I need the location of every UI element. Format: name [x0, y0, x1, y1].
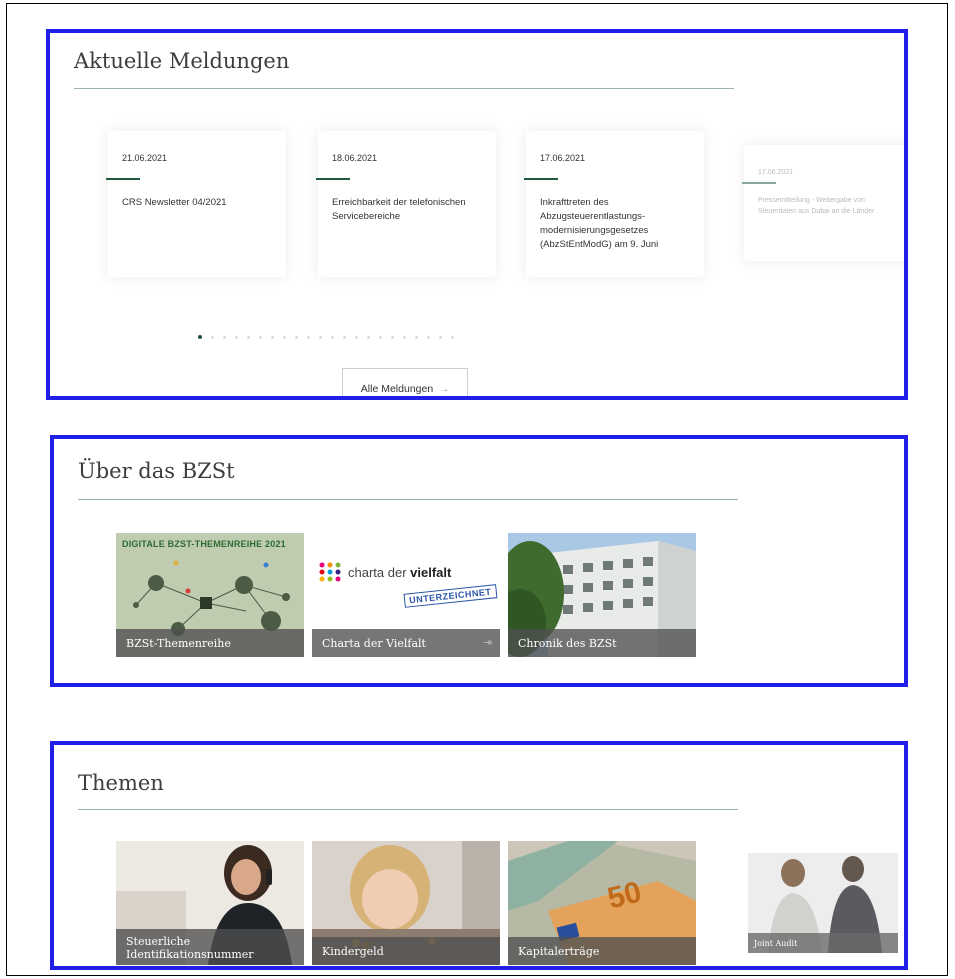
unterzeichnet-stamp: UNTERZEICHNET	[403, 584, 497, 608]
carousel-dot[interactable]	[355, 335, 358, 339]
carousel-dot[interactable]	[247, 335, 250, 339]
tile-label: Charta der Vielfalt	[312, 629, 500, 657]
external-link-icon: ⇥	[482, 637, 492, 649]
news-title: Erreichbarkeit der telefonischen Service…	[332, 197, 466, 222]
carousel-dot[interactable]	[235, 335, 238, 339]
charta-logo-text: charta der	[348, 564, 411, 580]
news-card[interactable]: 17.06.2021 Pressemitteilung - Weitergabe…	[742, 145, 904, 261]
carousel-dot[interactable]	[259, 335, 262, 339]
charta-logo-bold: vielfalt	[410, 564, 452, 580]
carousel-dot[interactable]	[223, 335, 226, 339]
carousel-dot[interactable]	[403, 335, 406, 339]
tile-charta-der-vielfalt[interactable]: charta der vielfalt UNTERZEICHNET Charta…	[312, 533, 500, 657]
carousel-dot[interactable]	[211, 335, 214, 339]
tile-joint-audit[interactable]: Joint Audit	[748, 853, 898, 953]
tile-banner: DIGITALE BZST-THEMENREIHE 2021	[122, 539, 286, 549]
tile-steuerliche-identifikationsnummer[interactable]: Steuerliche Identifikationsnummer	[116, 841, 304, 965]
carousel-dot[interactable]	[343, 335, 346, 339]
tile-label: Kindergeld	[312, 937, 500, 965]
about-heading: Über das BZSt	[78, 459, 235, 483]
news-date: 17.06.2021	[758, 169, 794, 176]
tile-bzst-themenreihe[interactable]: DIGITALE BZST-THEMENREIHE 2021 BZSt-Them…	[116, 533, 304, 657]
news-card[interactable]: 21.06.2021 CRS Newsletter 04/2021	[106, 131, 286, 277]
charta-logo: charta der vielfalt	[318, 561, 451, 583]
news-title: CRS Newsletter 04/2021	[122, 197, 227, 208]
tile-chronik-des-bzst[interactable]: Chronik des BZSt	[508, 533, 696, 657]
carousel-dot[interactable]	[451, 335, 454, 339]
themes-heading-rule	[78, 809, 738, 810]
carousel-dot[interactable]	[307, 335, 310, 339]
tile-label: Kapitalerträge	[508, 937, 696, 965]
news-title: Inkrafttreten des Abzugsteuerentlastungs…	[540, 197, 659, 250]
tile-label: BZSt-Themenreihe	[116, 629, 304, 657]
news-date: 18.06.2021	[332, 153, 378, 163]
carousel-dot[interactable]	[283, 335, 286, 339]
news-heading: Aktuelle Meldungen	[74, 49, 290, 73]
dots-logo-icon	[319, 562, 341, 582]
carousel-dot[interactable]	[367, 335, 370, 339]
carousel-dot[interactable]	[295, 335, 298, 339]
carousel-dot[interactable]	[427, 335, 430, 339]
tile-kindergeld[interactable]: Kindergeld	[312, 841, 500, 965]
news-date: 17.06.2021	[540, 153, 586, 163]
tile-label: Joint Audit	[748, 933, 898, 953]
news-heading-rule	[74, 88, 734, 89]
carousel-dot[interactable]	[198, 335, 202, 339]
arrow-right-icon: →	[439, 383, 450, 395]
themes-section: Themen Steuerliche Identifikationsnummer…	[50, 741, 908, 970]
carousel-dot[interactable]	[271, 335, 274, 339]
carousel-dot[interactable]	[379, 335, 382, 339]
about-heading-rule	[78, 499, 738, 500]
all-news-label: Alle Meldungen	[360, 383, 434, 395]
carousel-dots	[198, 333, 454, 341]
carousel-dot[interactable]	[331, 335, 334, 339]
news-date: 21.06.2021	[122, 153, 168, 163]
all-news-button[interactable]: Alle Meldungen →	[342, 368, 468, 396]
carousel-dot[interactable]	[319, 335, 322, 339]
news-card[interactable]: 18.06.2021 Erreichbarkeit der telefonisc…	[316, 131, 496, 277]
news-card[interactable]: 17.06.2021 Inkrafttreten des Abzugsteuer…	[524, 131, 704, 277]
tile-kapitalertraege[interactable]: 50 Kapitalerträge	[508, 841, 696, 965]
carousel-dot[interactable]	[391, 335, 394, 339]
about-section: Über das BZSt DIGITALE BZST-THEMENREIHE …	[50, 435, 908, 687]
themes-heading: Themen	[78, 771, 164, 795]
news-section: Aktuelle Meldungen 21.06.2021 CRS Newsle…	[46, 29, 908, 400]
tile-label: Steuerliche Identifikationsnummer	[116, 929, 304, 965]
tile-label: Chronik des BZSt	[508, 629, 696, 657]
news-accent-bar	[524, 178, 558, 180]
carousel-dot[interactable]	[439, 335, 442, 339]
news-accent-bar	[106, 178, 140, 180]
news-title: Pressemitteilung - Weitergabe von Steuer…	[758, 197, 875, 215]
news-accent-bar	[742, 182, 776, 184]
news-accent-bar	[316, 178, 350, 180]
carousel-dot[interactable]	[415, 335, 418, 339]
